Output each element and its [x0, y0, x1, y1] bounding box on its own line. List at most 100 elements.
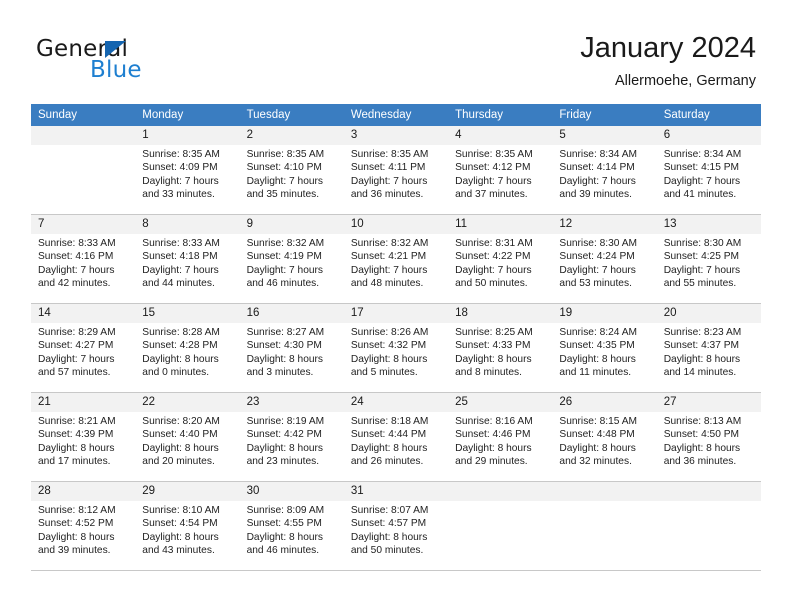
day-number: 8 — [135, 215, 240, 234]
calendar-day-cell[interactable]: 19 Sunrise: 8:24 AM Sunset: 4:35 PM Dayli… — [552, 303, 657, 393]
calendar-day-cell[interactable]: 26 Sunrise: 8:15 AM Sunset: 4:48 PM Dayli… — [552, 392, 657, 482]
calendar-day-cell[interactable]: 9 Sunrise: 8:32 AM Sunset: 4:19 PM Daylig… — [239, 214, 344, 304]
calendar-day-cell[interactable]: 1 Sunrise: 8:35 AM Sunset: 4:09 PM Daylig… — [135, 126, 240, 215]
calendar-day-cell[interactable]: 16 Sunrise: 8:27 AM Sunset: 4:30 PM Dayli… — [239, 303, 344, 393]
calendar-day-cell-empty — [656, 481, 761, 571]
calendar-week-row: 7 Sunrise: 8:33 AM Sunset: 4:16 PM Daylig… — [31, 214, 761, 304]
day-sun-info: Sunrise: 8:27 AM Sunset: 4:30 PM Dayligh… — [246, 327, 325, 379]
page-header: General Blue January 2024 Allermoehe, Ge… — [0, 0, 792, 100]
day-cell-inner: 28 Sunrise: 8:12 AM Sunset: 4:52 PM Dayli… — [31, 482, 136, 570]
day-number: 23 — [239, 393, 344, 412]
day-cell-inner: 9 Sunrise: 8:32 AM Sunset: 4:19 PM Daylig… — [239, 215, 344, 303]
day-cell-inner: 20 Sunrise: 8:23 AM Sunset: 4:37 PM Dayli… — [656, 304, 761, 392]
calendar-day-cell[interactable]: 31 Sunrise: 8:07 AM Sunset: 4:57 PM Dayli… — [343, 481, 449, 571]
day-cell-inner: 23 Sunrise: 8:19 AM Sunset: 4:42 PM Dayli… — [239, 393, 344, 481]
day-cell-inner: 1 Sunrise: 8:35 AM Sunset: 4:09 PM Daylig… — [135, 126, 240, 214]
day-number: 16 — [239, 304, 344, 323]
day-sun-info: Sunrise: 8:32 AM Sunset: 4:21 PM Dayligh… — [350, 238, 429, 290]
day-sun-info: Sunrise: 8:07 AM Sunset: 4:57 PM Dayligh… — [350, 505, 429, 557]
calendar-day-cell-empty — [552, 481, 657, 571]
calendar-day-cell[interactable]: 11 Sunrise: 8:31 AM Sunset: 4:22 PM Dayli… — [448, 214, 553, 304]
day-number: 17 — [343, 304, 449, 323]
calendar-day-cell[interactable]: 21 Sunrise: 8:21 AM Sunset: 4:39 PM Dayli… — [31, 392, 136, 482]
calendar-day-cell[interactable]: 24 Sunrise: 8:18 AM Sunset: 4:44 PM Dayli… — [343, 392, 449, 482]
day-cell-inner: 6 Sunrise: 8:34 AM Sunset: 4:15 PM Daylig… — [656, 126, 761, 214]
calendar-day-cell[interactable]: 4 Sunrise: 8:35 AM Sunset: 4:12 PM Daylig… — [448, 126, 553, 215]
day-number: 29 — [135, 482, 240, 501]
calendar-day-cell[interactable]: 2 Sunrise: 8:35 AM Sunset: 4:10 PM Daylig… — [239, 126, 344, 215]
day-cell-inner: 12 Sunrise: 8:30 AM Sunset: 4:24 PM Dayli… — [552, 215, 657, 303]
day-sun-info: Sunrise: 8:09 AM Sunset: 4:55 PM Dayligh… — [246, 505, 325, 557]
day-sun-info: Sunrise: 8:20 AM Sunset: 4:40 PM Dayligh… — [142, 416, 220, 468]
day-cell-inner: 18 Sunrise: 8:25 AM Sunset: 4:33 PM Dayli… — [448, 304, 553, 392]
day-number: 2 — [239, 126, 344, 145]
brand-name-blue: Blue — [90, 57, 142, 83]
day-cell-inner: 16 Sunrise: 8:27 AM Sunset: 4:30 PM Dayli… — [239, 304, 344, 392]
day-cell-inner: 25 Sunrise: 8:16 AM Sunset: 4:46 PM Dayli… — [448, 393, 553, 481]
calendar-day-cell[interactable]: 15 Sunrise: 8:28 AM Sunset: 4:28 PM Dayli… — [135, 303, 240, 393]
calendar-day-cell[interactable]: 6 Sunrise: 8:34 AM Sunset: 4:15 PM Daylig… — [656, 126, 761, 215]
day-cell-inner: 21 Sunrise: 8:21 AM Sunset: 4:39 PM Dayli… — [31, 393, 136, 481]
day-sun-info: Sunrise: 8:35 AM Sunset: 4:10 PM Dayligh… — [246, 149, 325, 201]
day-sun-info — [448, 501, 552, 504]
calendar-day-cell[interactable]: 22 Sunrise: 8:20 AM Sunset: 4:40 PM Dayli… — [135, 392, 240, 482]
weekday-header-saturday: Saturday — [656, 104, 761, 126]
calendar-week-row: 1 Sunrise: 8:35 AM Sunset: 4:09 PM Daylig… — [31, 126, 761, 215]
day-cell-inner — [656, 482, 761, 570]
day-sun-info: Sunrise: 8:18 AM Sunset: 4:44 PM Dayligh… — [350, 416, 429, 468]
day-cell-inner: 17 Sunrise: 8:26 AM Sunset: 4:32 PM Dayli… — [343, 304, 449, 392]
day-sun-info — [552, 501, 656, 504]
day-cell-inner: 26 Sunrise: 8:15 AM Sunset: 4:48 PM Dayli… — [552, 393, 657, 481]
calendar-day-cell[interactable]: 25 Sunrise: 8:16 AM Sunset: 4:46 PM Dayli… — [448, 392, 553, 482]
day-sun-info: Sunrise: 8:25 AM Sunset: 4:33 PM Dayligh… — [455, 327, 533, 379]
day-number: 26 — [552, 393, 657, 412]
calendar-day-cell[interactable]: 13 Sunrise: 8:30 AM Sunset: 4:25 PM Dayli… — [656, 214, 761, 304]
day-sun-info: Sunrise: 8:13 AM Sunset: 4:50 PM Dayligh… — [663, 416, 742, 468]
day-cell-inner: 4 Sunrise: 8:35 AM Sunset: 4:12 PM Daylig… — [448, 126, 553, 214]
day-cell-inner: 3 Sunrise: 8:35 AM Sunset: 4:11 PM Daylig… — [343, 126, 449, 214]
day-cell-inner: 24 Sunrise: 8:18 AM Sunset: 4:44 PM Dayli… — [343, 393, 449, 481]
calendar-day-cell[interactable]: 20 Sunrise: 8:23 AM Sunset: 4:37 PM Dayli… — [656, 303, 761, 393]
calendar-day-cell[interactable]: 18 Sunrise: 8:25 AM Sunset: 4:33 PM Dayli… — [448, 303, 553, 393]
calendar-day-cell[interactable]: 12 Sunrise: 8:30 AM Sunset: 4:24 PM Dayli… — [552, 214, 657, 304]
day-cell-inner — [552, 482, 657, 570]
day-sun-info: Sunrise: 8:35 AM Sunset: 4:11 PM Dayligh… — [350, 149, 429, 201]
calendar-day-cell[interactable]: 10 Sunrise: 8:32 AM Sunset: 4:21 PM Dayli… — [343, 214, 449, 304]
day-cell-inner: 22 Sunrise: 8:20 AM Sunset: 4:40 PM Dayli… — [135, 393, 240, 481]
day-number: 18 — [448, 304, 553, 323]
calendar-day-cell[interactable]: 28 Sunrise: 8:12 AM Sunset: 4:52 PM Dayli… — [31, 481, 136, 571]
day-number: 9 — [239, 215, 344, 234]
calendar-day-cell[interactable]: 5 Sunrise: 8:34 AM Sunset: 4:14 PM Daylig… — [552, 126, 657, 215]
day-cell-inner: 13 Sunrise: 8:30 AM Sunset: 4:25 PM Dayli… — [656, 215, 761, 303]
day-number — [656, 482, 761, 501]
day-sun-info — [31, 145, 135, 148]
calendar-week-row: 28 Sunrise: 8:12 AM Sunset: 4:52 PM Dayli… — [31, 481, 761, 571]
day-number: 21 — [31, 393, 136, 412]
day-number: 11 — [448, 215, 553, 234]
day-number: 10 — [343, 215, 449, 234]
calendar-day-cell-empty — [31, 126, 136, 215]
calendar-day-cell[interactable]: 3 Sunrise: 8:35 AM Sunset: 4:11 PM Daylig… — [343, 126, 449, 215]
day-cell-inner: 19 Sunrise: 8:24 AM Sunset: 4:35 PM Dayli… — [552, 304, 657, 392]
calendar-day-cell[interactable]: 30 Sunrise: 8:09 AM Sunset: 4:55 PM Dayli… — [239, 481, 344, 571]
day-number — [552, 482, 657, 501]
brand-logo[interactable]: General Blue — [36, 36, 276, 86]
calendar-day-cell[interactable]: 17 Sunrise: 8:26 AM Sunset: 4:32 PM Dayli… — [343, 303, 449, 393]
day-sun-info: Sunrise: 8:16 AM Sunset: 4:46 PM Dayligh… — [455, 416, 533, 468]
calendar-day-cell-empty — [448, 481, 553, 571]
day-number — [448, 482, 553, 501]
day-sun-info: Sunrise: 8:34 AM Sunset: 4:14 PM Dayligh… — [559, 149, 637, 201]
day-sun-info: Sunrise: 8:24 AM Sunset: 4:35 PM Dayligh… — [559, 327, 637, 379]
calendar-day-cell[interactable]: 27 Sunrise: 8:13 AM Sunset: 4:50 PM Dayli… — [656, 392, 761, 482]
day-sun-info: Sunrise: 8:26 AM Sunset: 4:32 PM Dayligh… — [350, 327, 429, 379]
day-sun-info: Sunrise: 8:32 AM Sunset: 4:19 PM Dayligh… — [246, 238, 325, 290]
day-number: 7 — [31, 215, 136, 234]
day-cell-inner: 11 Sunrise: 8:31 AM Sunset: 4:22 PM Dayli… — [448, 215, 553, 303]
day-number: 28 — [31, 482, 136, 501]
calendar-day-cell[interactable]: 7 Sunrise: 8:33 AM Sunset: 4:16 PM Daylig… — [31, 214, 136, 304]
calendar-day-cell[interactable]: 23 Sunrise: 8:19 AM Sunset: 4:42 PM Dayli… — [239, 392, 344, 482]
calendar-day-cell[interactable]: 29 Sunrise: 8:10 AM Sunset: 4:54 PM Dayli… — [135, 481, 240, 571]
day-number: 6 — [656, 126, 761, 145]
calendar-day-cell[interactable]: 14 Sunrise: 8:29 AM Sunset: 4:27 PM Dayli… — [31, 303, 136, 393]
calendar-day-cell[interactable]: 8 Sunrise: 8:33 AM Sunset: 4:18 PM Daylig… — [135, 214, 240, 304]
